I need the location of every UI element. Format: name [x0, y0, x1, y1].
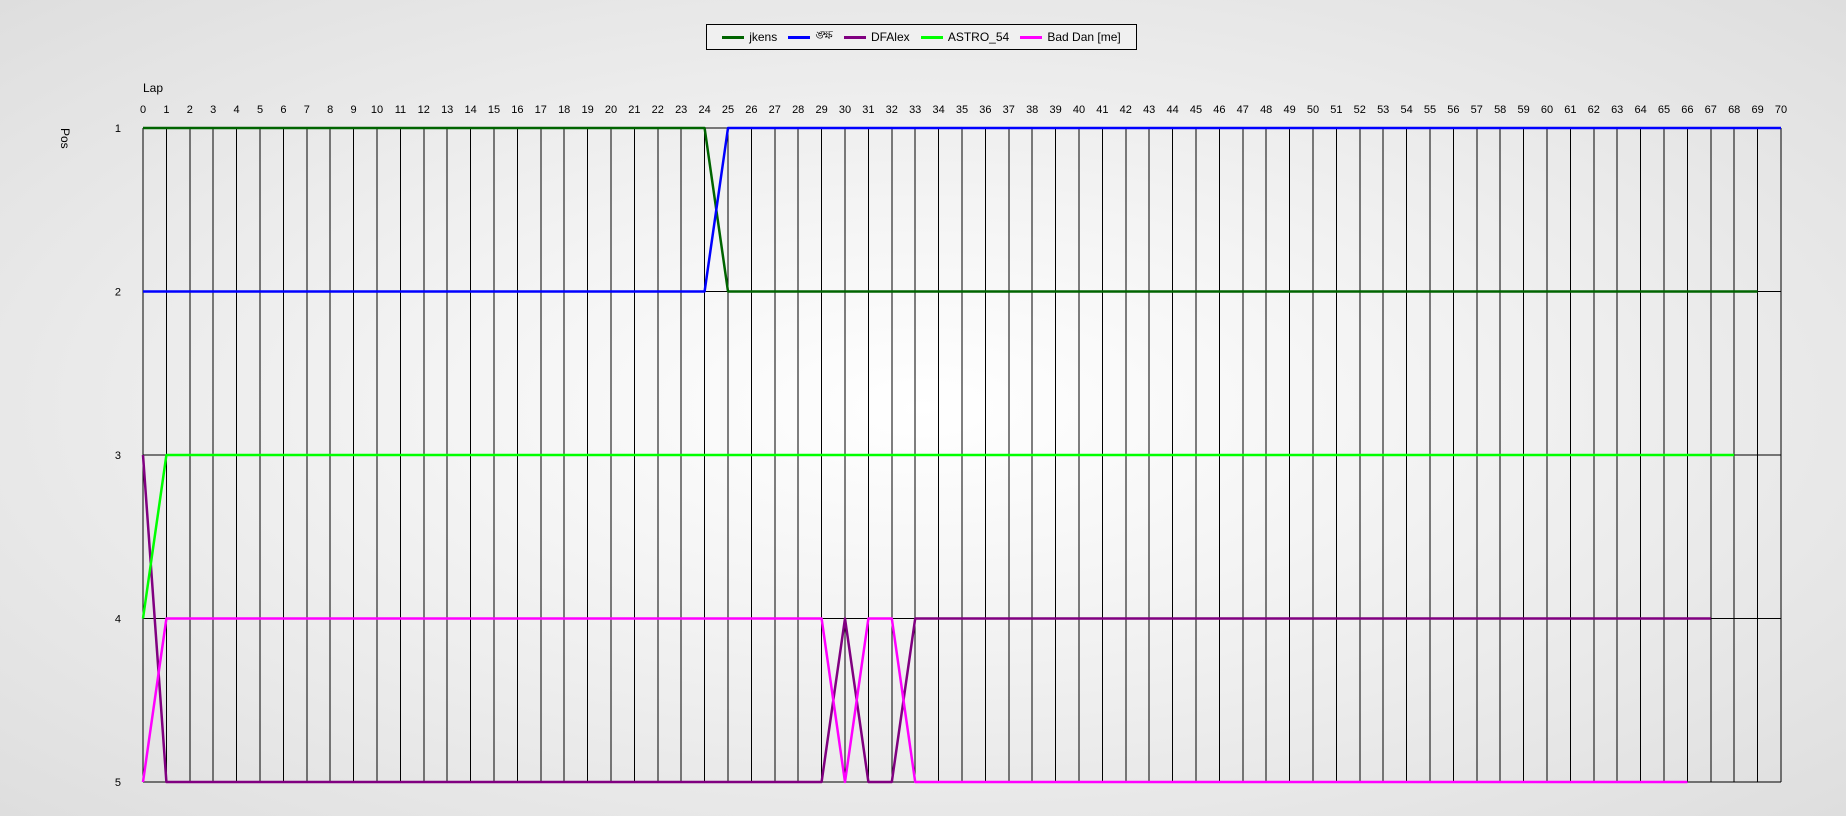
x-tick-label: 67: [1705, 104, 1717, 116]
x-tick-label: 23: [675, 104, 687, 116]
x-tick-label: 2: [187, 104, 193, 116]
x-tick-label: 61: [1564, 104, 1576, 116]
x-tick-label: 20: [605, 104, 617, 116]
y-tick-label: 2: [115, 287, 121, 299]
legend-label: Bad Dan [me]: [1047, 30, 1121, 44]
y-tick-label: 5: [115, 777, 121, 789]
x-tick-label: 49: [1283, 104, 1295, 116]
legend-item-dfalex: DFAlex: [843, 30, 910, 44]
x-tick-label: 33: [909, 104, 921, 116]
y-tick-label: 1: [115, 123, 121, 135]
x-tick-label: 60: [1541, 104, 1553, 116]
x-tick-label: 46: [1213, 104, 1225, 116]
x-tick-label: 15: [488, 104, 500, 116]
x-tick-label: 19: [581, 104, 593, 116]
x-tick-label: 65: [1658, 104, 1670, 116]
x-tick-label: 44: [1166, 104, 1178, 116]
x-tick-label: 55: [1424, 104, 1436, 116]
legend-item-bad-dan: Bad Dan [me]: [1020, 30, 1121, 44]
x-tick-label: 64: [1634, 104, 1646, 116]
x-tick-label: 56: [1447, 104, 1459, 116]
x-tick-label: 66: [1681, 104, 1693, 116]
x-tick-label: 13: [441, 104, 453, 116]
x-tick-label: 0: [140, 104, 146, 116]
x-tick-label: 6: [280, 104, 286, 116]
series-line-0: [143, 126, 1758, 293]
legend-swatch: [1020, 35, 1043, 39]
x-tick-label: 18: [558, 104, 570, 116]
x-tick-label: 68: [1728, 104, 1740, 116]
x-tick-label: 39: [1049, 104, 1061, 116]
chart-legend: jkens ঙ্ক্ষ DFAlex ASTRO_54 Bad Dan [me]: [706, 24, 1137, 50]
legend-label: DFAlex: [870, 30, 910, 44]
x-tick-label: 50: [1307, 104, 1319, 116]
x-tick-label: 11: [395, 104, 406, 116]
legend-item-astro54: ASTRO_54: [920, 30, 1010, 44]
x-tick-label: 35: [956, 104, 968, 116]
x-tick-label: 14: [464, 104, 476, 116]
y-axis-title: Pos: [58, 128, 72, 149]
x-tick-label: 9: [351, 104, 357, 116]
x-tick-label: 10: [371, 104, 383, 116]
x-tick-label: 1: [163, 104, 169, 116]
x-tick-label: 40: [1073, 104, 1085, 116]
x-tick-label: 69: [1751, 104, 1763, 116]
x-tick-label: 41: [1096, 104, 1108, 116]
x-tick-label: 21: [628, 104, 640, 116]
x-tick-label: 63: [1611, 104, 1623, 116]
legend-label: ASTRO_54: [947, 30, 1010, 44]
legend-label: jkens: [749, 30, 778, 44]
legend-item-jkens: jkens: [722, 30, 777, 44]
x-tick-label: 62: [1588, 104, 1600, 116]
x-tick-label: 57: [1471, 104, 1483, 116]
x-tick-label: 27: [769, 104, 781, 116]
y-tick-label: 3: [115, 450, 121, 462]
x-tick-label: 16: [511, 104, 523, 116]
x-tick-label: 22: [652, 104, 664, 116]
x-axis-title: Lap: [143, 81, 164, 95]
x-tick-label: 26: [745, 104, 757, 116]
x-tick-label: 8: [327, 104, 333, 116]
x-tick-label: 34: [932, 104, 944, 116]
race-position-chart: 0 1 2 3 4 5 6 7 8 9 10 11 12 13 14 15 16 17 18 19 20 21 22 23 24…: [115, 104, 1787, 789]
x-tick-label: 12: [418, 104, 430, 116]
x-tick-label: 28: [792, 104, 804, 116]
x-tick-label: 36: [979, 104, 991, 116]
legend-swatch: [920, 35, 943, 39]
legend-label: ঙ্ক্ষ: [815, 28, 833, 42]
x-tick-label: 31: [862, 104, 874, 116]
x-tick-label: 52: [1354, 104, 1366, 116]
legend-item-driver-2: ঙ্ক্ষ: [788, 27, 833, 47]
x-tick-label: 30: [839, 104, 851, 116]
x-tick-label: 47: [1237, 104, 1249, 116]
x-tick-label: 54: [1400, 104, 1412, 116]
x-tick-label: 43: [1143, 104, 1155, 116]
x-tick-label: 4: [234, 104, 240, 116]
legend-swatch: [843, 35, 866, 39]
x-tick-label: 5: [257, 104, 263, 116]
x-tick-label: 29: [815, 104, 827, 116]
x-tick-label: 45: [1190, 104, 1202, 116]
x-tick-label: 17: [535, 104, 547, 116]
x-tick-label: 70: [1775, 104, 1787, 116]
x-tick-label: 24: [698, 104, 710, 116]
x-tick-label: 25: [722, 104, 734, 116]
x-tick-label: 58: [1494, 104, 1506, 116]
x-tick-label: 32: [886, 104, 898, 116]
x-tick-label: 48: [1260, 104, 1272, 116]
x-tick-label: 42: [1120, 104, 1132, 116]
x-tick-label: 51: [1330, 104, 1342, 116]
legend-swatch: [722, 35, 745, 39]
x-tick-label: 3: [210, 104, 216, 116]
x-tick-label: 38: [1026, 104, 1038, 116]
x-tick-label: 37: [1003, 104, 1015, 116]
y-tick-label: 4: [115, 614, 121, 626]
x-tick-label: 7: [304, 104, 310, 116]
legend-swatch: [788, 35, 811, 39]
x-tick-label: 59: [1517, 104, 1529, 116]
x-tick-label: 53: [1377, 104, 1389, 116]
